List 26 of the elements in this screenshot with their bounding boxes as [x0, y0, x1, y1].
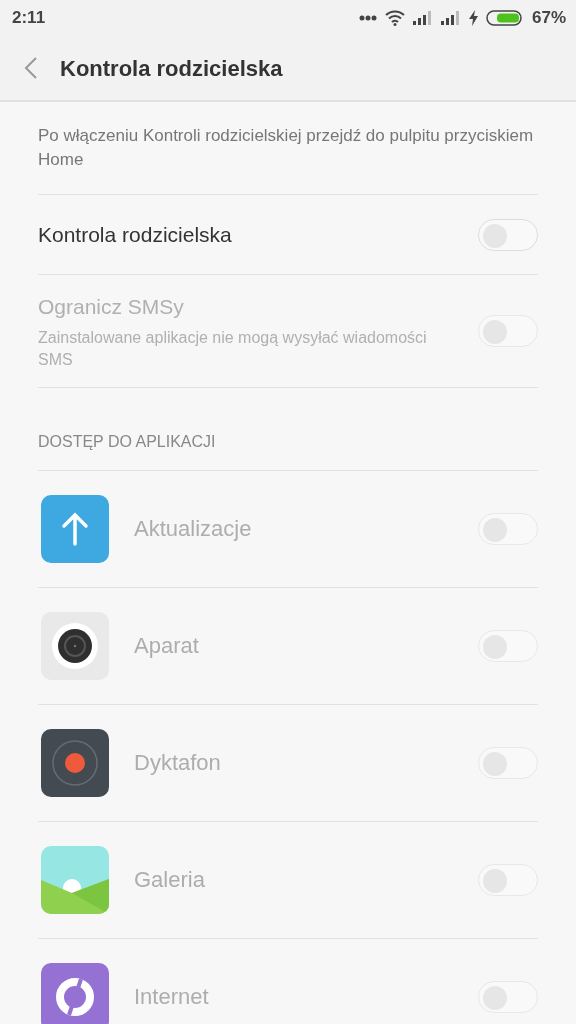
- more-dots-icon: [358, 15, 377, 21]
- setting-label: Ogranicz SMSy: [38, 294, 185, 320]
- battery-icon: [485, 10, 524, 26]
- toggle-switch[interactable]: [478, 218, 538, 251]
- update-app-icon: [41, 494, 109, 563]
- browser-app-icon: [41, 962, 109, 1024]
- hint-text: Po włączeniu Kontroli rodzicielskiej przejdź do pulpitu przyciskiem Home: [38, 102, 538, 195]
- gallery-app-icon: [41, 845, 109, 914]
- clock-time: 2:11: [12, 7, 46, 30]
- screen-title: Kontrola rodzicielska: [60, 54, 283, 83]
- app-name: Aparat: [134, 632, 200, 660]
- app-name: Galeria: [134, 866, 206, 894]
- section-heading: DOSTĘP DO APLIKACJI: [38, 432, 216, 450]
- back-button[interactable]: [24, 57, 38, 79]
- battery-percent: 67%: [531, 7, 566, 30]
- camera-app-icon: [41, 611, 109, 680]
- app-name: Internet: [134, 983, 210, 1011]
- signal-icon: [440, 11, 461, 25]
- recorder-app-icon: [41, 728, 109, 797]
- setting-label: Kontrola rodzicielska: [38, 221, 233, 248]
- signal-icon: [412, 11, 433, 25]
- app-name: Aktualizacje: [134, 515, 253, 543]
- wifi-icon: [384, 10, 405, 26]
- setting-description: Zainstalowane aplikacje nie mogą wysyłać wiadomości SMS: [38, 327, 428, 370]
- app-name: Dyktafon: [134, 749, 222, 777]
- charging-icon: [468, 10, 478, 26]
